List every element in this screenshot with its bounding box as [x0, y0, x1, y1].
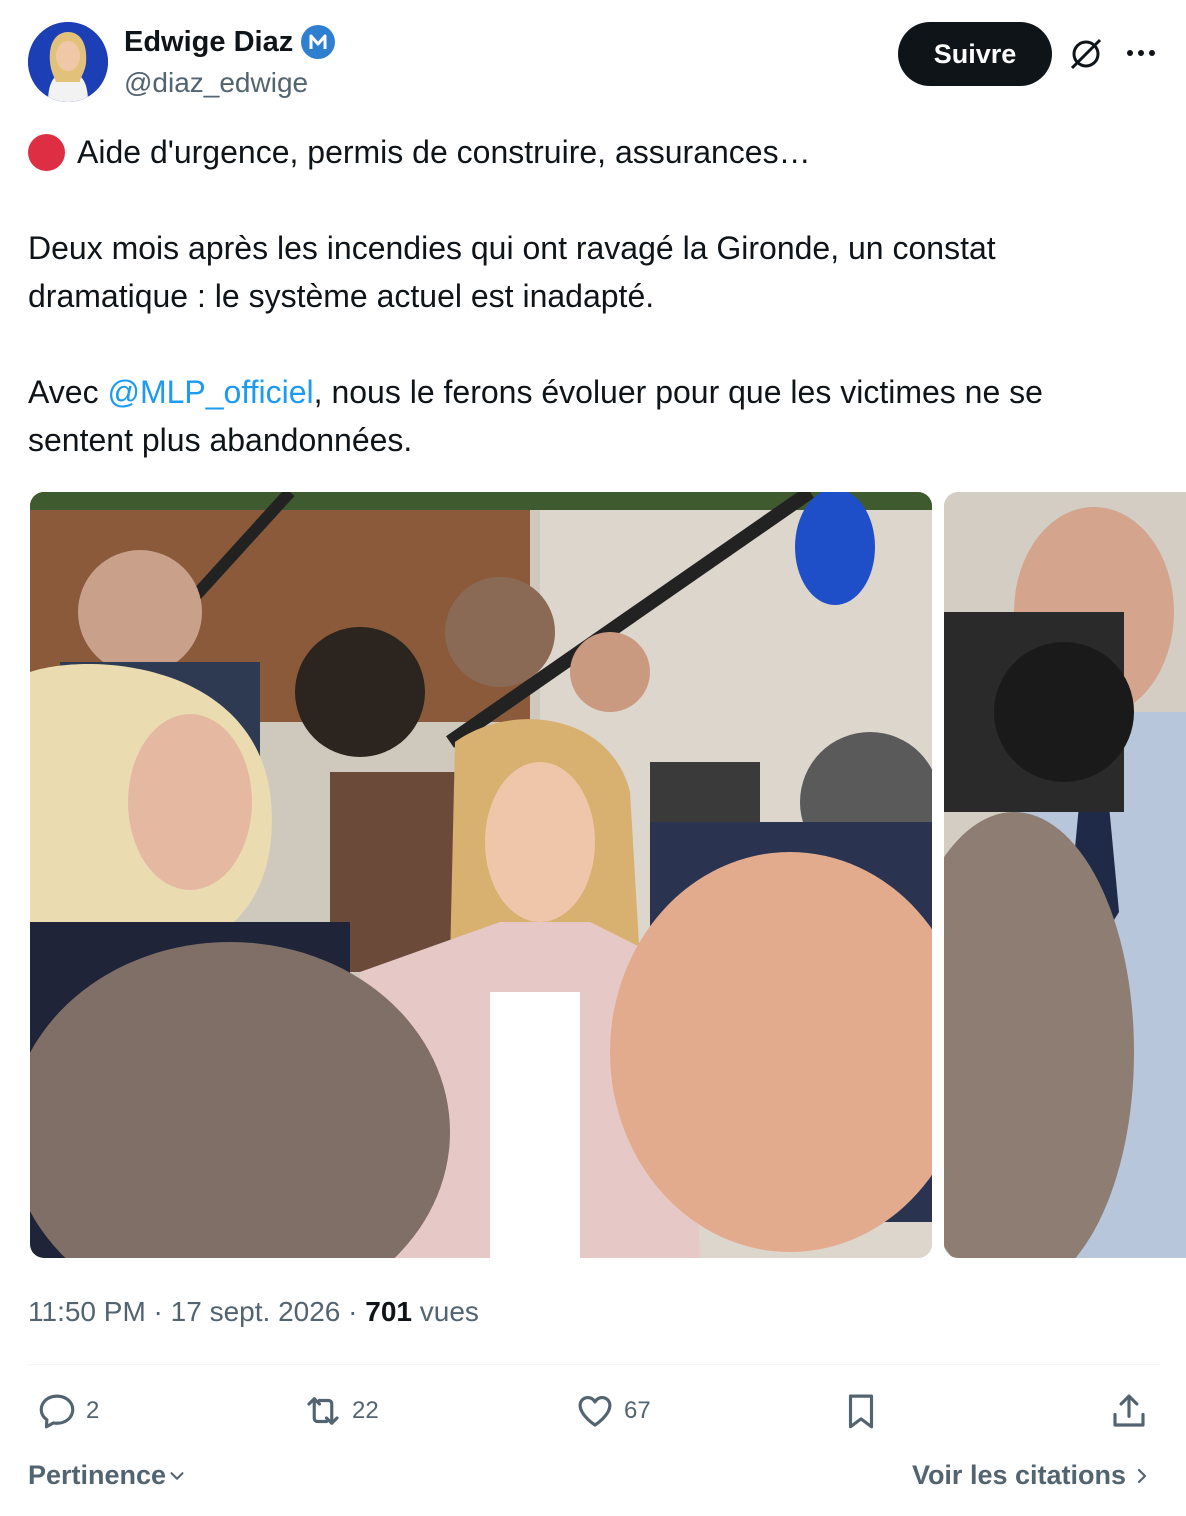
view-quotes-label: Voir les citations: [911, 1460, 1126, 1490]
tweet-photo-2[interactable]: [944, 492, 1186, 1258]
bookmark-button[interactable]: [840, 1390, 882, 1432]
paragraph-3-prefix: Avec: [28, 374, 108, 410]
more-options-icon[interactable]: [1124, 38, 1158, 68]
red-circle-icon: [28, 134, 65, 171]
repost-icon: [307, 1397, 339, 1425]
tweet-photo-1[interactable]: [30, 492, 932, 1258]
follow-button[interactable]: Suivre: [898, 22, 1052, 86]
repost-count: 22: [352, 1397, 379, 1424]
reply-count: 2: [86, 1397, 100, 1424]
views-count: 701: [365, 1296, 412, 1327]
tweet-paragraph-2: Deux mois après les incendies qui ont ra…: [28, 230, 996, 314]
grok-icon[interactable]: [1066, 34, 1106, 74]
tweet-time[interactable]: 11:50 PM: [28, 1296, 146, 1327]
author-handle[interactable]: @diaz_edwige: [124, 66, 308, 100]
view-quotes-link[interactable]: Voir les citations: [912, 1460, 1154, 1491]
repost-button[interactable]: 22: [302, 1390, 379, 1432]
bookmark-icon: [848, 1394, 874, 1429]
chevron-right-icon: [1137, 1468, 1147, 1483]
meta-separator: ·: [145, 1296, 171, 1327]
meta-separator-2: ·: [340, 1296, 366, 1327]
tweet-meta: 11:50 PM · 17 sept. 2026 · 701 vues: [28, 1294, 479, 1330]
heart-icon: [578, 1395, 612, 1427]
mention-link[interactable]: @MLP_officiel: [107, 374, 313, 410]
reply-icon: [39, 1394, 75, 1429]
sort-dropdown[interactable]: Pertinence: [28, 1460, 188, 1491]
views-label: vues: [411, 1296, 479, 1327]
share-icon: [1113, 1394, 1145, 1427]
author-name[interactable]: Edwige Diaz: [124, 24, 336, 60]
tweet-date[interactable]: 17 sept. 2026: [171, 1296, 341, 1327]
reply-button[interactable]: 2: [36, 1390, 99, 1432]
verified-badge-icon: [301, 25, 336, 59]
tweet-text: Aide d'urgence, permis de construire, as…: [28, 128, 1148, 464]
author-name-text: Edwige Diaz: [124, 26, 294, 58]
share-button[interactable]: [1108, 1390, 1150, 1432]
tweet-line-1: Aide d'urgence, permis de construire, as…: [77, 134, 811, 170]
tweet-paragraph-3: Avec @MLP_officiel, nous le ferons évolu…: [28, 368, 1148, 464]
like-count: 67: [624, 1397, 651, 1424]
sort-label: Pertinence: [28, 1460, 167, 1490]
author-avatar[interactable]: [28, 22, 108, 102]
divider: [28, 1364, 1160, 1365]
like-button[interactable]: 67: [574, 1390, 651, 1432]
chevron-down-icon: [170, 1471, 184, 1480]
